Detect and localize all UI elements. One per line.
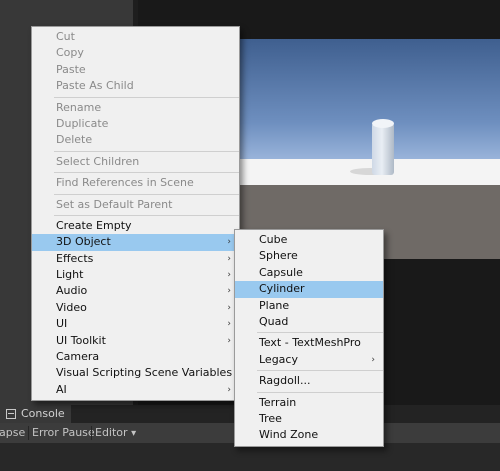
- menu-item-effects[interactable]: Effects ›: [32, 251, 239, 267]
- chevron-right-icon: ›: [227, 253, 231, 264]
- menu-item-camera[interactable]: Camera: [32, 349, 239, 365]
- menu-item-paste-as-child: Paste As Child: [32, 78, 239, 94]
- menu-separator: [54, 172, 239, 174]
- menu-item-label: Copy: [56, 46, 84, 60]
- menu-separator: [54, 150, 239, 152]
- menu-item-label: Text - TextMeshPro: [259, 336, 361, 350]
- menu-item-visual-scripting-scene-variables[interactable]: Visual Scripting Scene Variables: [32, 365, 239, 381]
- menu-separator: [257, 332, 383, 334]
- menu-item-capsule[interactable]: Capsule: [235, 265, 383, 281]
- menu-item-label: Rename: [56, 100, 102, 114]
- menu-item-label: Light: [56, 268, 84, 282]
- menu-item-ai[interactable]: AI ›: [32, 382, 239, 398]
- menu-item-label: Audio: [56, 284, 88, 298]
- menu-separator: [54, 96, 239, 98]
- menu-item-select-children: Select Children: [32, 154, 239, 170]
- scene-view[interactable]: [222, 39, 500, 259]
- menu-item-label: Paste As Child: [56, 79, 134, 93]
- menu-item-sphere[interactable]: Sphere: [235, 248, 383, 264]
- menu-item-label: Video: [56, 300, 87, 314]
- chevron-right-icon: ›: [227, 335, 231, 346]
- cylinder-object[interactable]: [372, 123, 394, 175]
- menu-item-tree[interactable]: Tree: [235, 411, 383, 427]
- menu-item-set-as-default-parent: Set as Default Parent: [32, 197, 239, 213]
- collapse-button[interactable]: apse: [0, 423, 25, 443]
- chevron-right-icon: ›: [227, 384, 231, 395]
- menu-item-label: Terrain: [259, 395, 297, 409]
- chevron-right-icon: ›: [227, 286, 231, 297]
- menu-item-label: Set as Default Parent: [56, 197, 173, 211]
- menu-item-ui[interactable]: UI ›: [32, 316, 239, 332]
- menu-item-delete: Delete: [32, 132, 239, 148]
- console-tab-label: Console: [21, 407, 65, 420]
- chevron-right-icon: ›: [371, 354, 375, 365]
- menu-item-label: Create Empty: [56, 218, 132, 232]
- menu-item-find-references-in-scene: Find References in Scene: [32, 175, 239, 191]
- menu-item-label: Duplicate: [56, 116, 109, 130]
- menu-separator: [257, 370, 383, 372]
- chevron-right-icon: ›: [227, 319, 231, 330]
- menu-separator: [257, 391, 383, 393]
- menu-item-light[interactable]: Light ›: [32, 267, 239, 283]
- menu-item-label: Tree: [259, 411, 282, 425]
- chevron-right-icon: ›: [227, 302, 231, 313]
- menu-item-label: 3D Object: [56, 235, 111, 249]
- editor-dropdown[interactable]: Editor ▾: [95, 423, 136, 443]
- menu-item-label: Effects: [56, 251, 94, 265]
- menu-item-label: Delete: [56, 133, 93, 147]
- hierarchy-context-menu: Cut Copy Paste Paste As Child Rename Duplicat…: [31, 26, 240, 402]
- cylinder-top: [372, 119, 394, 128]
- menu-item-copy: Copy: [32, 45, 239, 61]
- menu-item-legacy[interactable]: Legacy ›: [235, 352, 383, 368]
- menu-item-label: UI Toolkit: [56, 333, 106, 347]
- menu-item-cube[interactable]: Cube: [235, 232, 383, 248]
- menu-item-label: Cylinder: [259, 282, 305, 296]
- menu-item-paste: Paste: [32, 62, 239, 78]
- editor-dropdown-label: Editor: [95, 426, 128, 439]
- menu-item-label: Ragdoll...: [259, 374, 311, 388]
- menu-item-label: Cube: [259, 233, 288, 246]
- menu-item-create-empty[interactable]: Create Empty: [32, 218, 239, 234]
- 3d-object-submenu: Cube Sphere Capsule Cylinder Plane Quad Text -…: [234, 229, 384, 447]
- menu-item-label: Camera: [56, 350, 100, 364]
- menu-item-rename: Rename: [32, 100, 239, 116]
- menu-item-ragdoll[interactable]: Ragdoll...: [235, 373, 383, 389]
- menu-item-plane[interactable]: Plane: [235, 298, 383, 314]
- menu-item-ui-toolkit[interactable]: UI Toolkit ›: [32, 333, 239, 349]
- menu-item-terrain[interactable]: Terrain: [235, 395, 383, 411]
- menu-item-text-textmeshpro[interactable]: Text - TextMeshPro: [235, 335, 383, 351]
- menu-item-label: Find References in Scene: [56, 176, 194, 190]
- menu-item-label: Paste: [56, 62, 86, 76]
- menu-item-3d-object[interactable]: 3D Object ›: [32, 234, 239, 251]
- console-icon: [6, 409, 16, 419]
- chevron-down-icon: ▾: [131, 428, 137, 439]
- menu-item-label: Sphere: [259, 249, 298, 263]
- chevron-right-icon: ›: [227, 237, 231, 248]
- toolbar-divider: [91, 426, 92, 440]
- console-log-area: [0, 443, 500, 471]
- error-pause-button[interactable]: Error Pause: [32, 423, 95, 443]
- menu-item-wind-zone[interactable]: Wind Zone: [235, 427, 383, 443]
- menu-item-audio[interactable]: Audio ›: [32, 283, 239, 299]
- menu-item-video[interactable]: Video ›: [32, 300, 239, 316]
- tab-console[interactable]: Console: [0, 405, 71, 423]
- menu-item-cylinder[interactable]: Cylinder: [235, 281, 383, 298]
- toolbar-divider: [28, 426, 29, 440]
- menu-item-label: Plane: [259, 298, 290, 312]
- menu-item-label: Visual Scripting Scene Variables: [56, 366, 233, 380]
- menu-item-label: Quad: [259, 314, 289, 328]
- menu-item-label: Cut: [56, 30, 75, 43]
- menu-item-duplicate: Duplicate: [32, 116, 239, 132]
- menu-item-quad[interactable]: Quad: [235, 314, 383, 330]
- menu-item-label: Wind Zone: [259, 428, 319, 442]
- menu-separator: [54, 193, 239, 195]
- chevron-right-icon: ›: [227, 270, 231, 281]
- menu-separator: [54, 214, 239, 216]
- menu-item-cut: Cut: [32, 29, 239, 45]
- menu-item-label: Select Children: [56, 154, 140, 168]
- menu-item-label: UI: [56, 317, 68, 331]
- menu-item-label: Capsule: [259, 265, 303, 279]
- menu-item-label: Legacy: [259, 352, 298, 366]
- menu-item-label: AI: [56, 382, 67, 396]
